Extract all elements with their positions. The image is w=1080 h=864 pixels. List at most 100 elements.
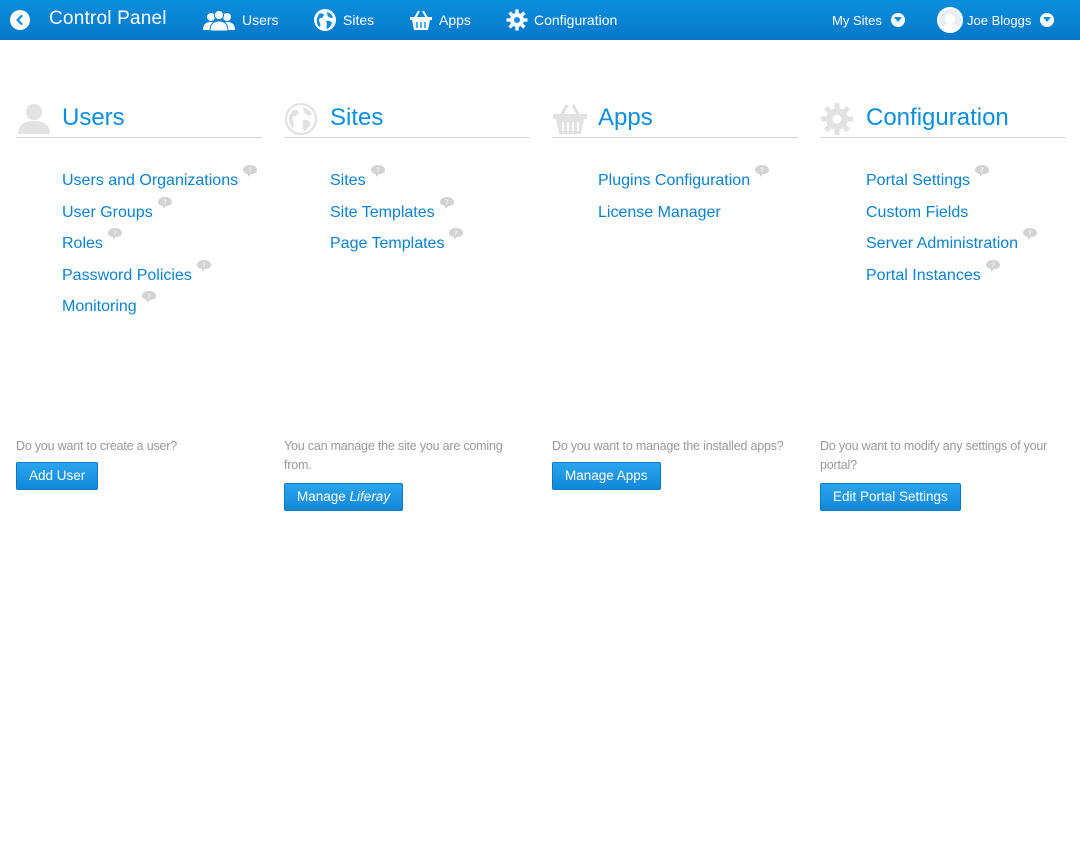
promo-text: Do you want to create a user? xyxy=(16,439,177,453)
link-server-administration[interactable]: Server Administration xyxy=(866,234,1018,254)
gear-icon xyxy=(506,9,528,31)
link-list: Sites? Site Templates? Page Templates? xyxy=(284,165,530,266)
svg-text:?: ? xyxy=(376,167,380,175)
list-item: Sites? xyxy=(330,165,530,203)
svg-text:?: ? xyxy=(248,167,252,175)
section-header: Configuration xyxy=(820,100,1066,138)
my-sites-label: My Sites xyxy=(832,12,882,28)
avatar xyxy=(937,7,963,33)
link-list: Users and Organizations? User Groups? Ro… xyxy=(16,165,262,329)
nav-users[interactable]: Users xyxy=(202,0,279,40)
chevron-down-icon xyxy=(890,13,905,27)
section-header: Sites xyxy=(284,100,530,138)
nav-configuration[interactable]: Configuration xyxy=(506,0,617,40)
help-icon[interactable]: ? xyxy=(107,227,123,241)
chevron-down-icon xyxy=(1040,13,1055,27)
top-navigation-bar: Control Panel Users Sites Apps Configura… xyxy=(0,0,1080,40)
list-item: Portal Settings? xyxy=(866,165,1066,203)
help-icon[interactable]: ? xyxy=(439,196,455,210)
link-list: Plugins Configuration? License Manager xyxy=(552,165,798,235)
nav-apps-label: Apps xyxy=(439,12,471,28)
list-item: Page Templates? xyxy=(330,228,530,266)
nav-users-label: Users xyxy=(242,12,279,28)
link-plugins-configuration[interactable]: Plugins Configuration xyxy=(598,171,750,191)
svg-text:?: ? xyxy=(760,167,764,175)
basket-icon xyxy=(553,104,587,134)
link-license-manager[interactable]: License Manager xyxy=(598,203,721,223)
link-sites[interactable]: Sites xyxy=(330,171,366,191)
help-icon[interactable]: ? xyxy=(141,290,157,304)
button-label-prefix: Manage xyxy=(297,489,350,504)
svg-text:?: ? xyxy=(455,230,459,238)
svg-text:?: ? xyxy=(202,261,206,269)
manage-apps-button[interactable]: Manage Apps xyxy=(552,462,661,490)
svg-text:?: ? xyxy=(147,293,151,301)
basket-icon xyxy=(410,10,432,30)
link-site-templates[interactable]: Site Templates xyxy=(330,203,435,223)
list-item: Roles? xyxy=(62,228,262,266)
list-item: Monitoring? xyxy=(62,291,262,329)
list-item: Password Policies? xyxy=(62,259,262,298)
section-header: Users xyxy=(16,100,262,138)
my-sites-menu[interactable]: My Sites xyxy=(832,0,905,40)
add-user-button[interactable]: Add User xyxy=(16,462,99,490)
link-portal-instances[interactable]: Portal Instances xyxy=(866,266,981,286)
help-icon[interactable]: ? xyxy=(974,164,990,178)
svg-text:?: ? xyxy=(991,261,995,269)
globe-icon xyxy=(314,9,336,31)
user-name: Joe Bloggs xyxy=(967,12,1032,28)
manage-liferay-button[interactable]: Manage Liferay xyxy=(284,483,404,511)
edit-portal-settings-button[interactable]: Edit Portal Settings xyxy=(820,483,961,511)
section-users: Users Users and Organizations? User Grou… xyxy=(16,100,262,329)
help-icon[interactable]: ? xyxy=(448,227,464,241)
nav-sites-label: Sites xyxy=(343,12,375,28)
help-icon[interactable]: ? xyxy=(196,259,212,273)
svg-text:?: ? xyxy=(980,167,984,175)
list-item: Server Administration? xyxy=(866,228,1066,266)
list-item: User Groups? xyxy=(62,196,262,235)
promo-manage-site: You can manage the site you are coming f… xyxy=(284,437,524,511)
users-icon xyxy=(18,104,50,134)
section-header: Apps xyxy=(552,100,798,138)
help-icon[interactable]: ? xyxy=(157,196,173,210)
help-icon[interactable]: ? xyxy=(242,164,258,178)
nav-sites[interactable]: Sites xyxy=(313,0,374,40)
user-menu[interactable]: Joe Bloggs xyxy=(937,0,1055,40)
section-sites: Sites Sites? Site Templates? Page Templa… xyxy=(284,100,530,266)
section-title: Users xyxy=(62,104,125,131)
link-user-groups[interactable]: User Groups xyxy=(62,203,153,223)
nav-apps[interactable]: Apps xyxy=(409,0,471,40)
link-custom-fields[interactable]: Custom Fields xyxy=(866,203,968,223)
svg-text:?: ? xyxy=(163,198,167,206)
gear-icon xyxy=(821,103,853,135)
link-list: Portal Settings? Custom Fields Server Ad… xyxy=(820,165,1066,298)
link-users-and-organizations[interactable]: Users and Organizations xyxy=(62,171,238,191)
svg-text:?: ? xyxy=(445,198,449,206)
link-portal-settings[interactable]: Portal Settings xyxy=(866,171,970,191)
svg-text:?: ? xyxy=(1028,230,1032,238)
list-item: License Manager xyxy=(598,203,798,235)
link-monitoring[interactable]: Monitoring xyxy=(62,297,137,317)
app-title: Control Panel xyxy=(49,8,167,29)
back-icon[interactable] xyxy=(10,10,30,30)
promo-text: Do you want to manage the installed apps… xyxy=(552,439,784,453)
section-apps: Apps Plugins Configuration? License Mana… xyxy=(552,100,798,234)
globe-icon xyxy=(285,103,317,135)
nav-configuration-label: Configuration xyxy=(534,12,618,28)
help-icon[interactable]: ? xyxy=(754,164,770,178)
help-icon[interactable]: ? xyxy=(370,164,386,178)
svg-text:?: ? xyxy=(113,230,117,238)
promo-text: Do you want to modify any settings of yo… xyxy=(820,439,1048,472)
users-icon xyxy=(203,9,235,31)
promo-manage-apps: Do you want to manage the installed apps… xyxy=(552,437,792,490)
section-title: Configuration xyxy=(866,104,1009,131)
link-password-policies[interactable]: Password Policies xyxy=(62,266,192,286)
promo-add-user: Do you want to create a user? Add User xyxy=(16,437,256,490)
link-page-templates[interactable]: Page Templates xyxy=(330,234,444,254)
help-icon[interactable]: ? xyxy=(985,259,1001,273)
list-item: Portal Instances? xyxy=(866,259,1066,298)
help-icon[interactable]: ? xyxy=(1022,227,1038,241)
section-configuration: Configuration Portal Settings? Custom Fi… xyxy=(820,100,1066,297)
promo-text: You can manage the site you are coming f… xyxy=(284,439,503,472)
link-roles[interactable]: Roles xyxy=(62,234,103,254)
